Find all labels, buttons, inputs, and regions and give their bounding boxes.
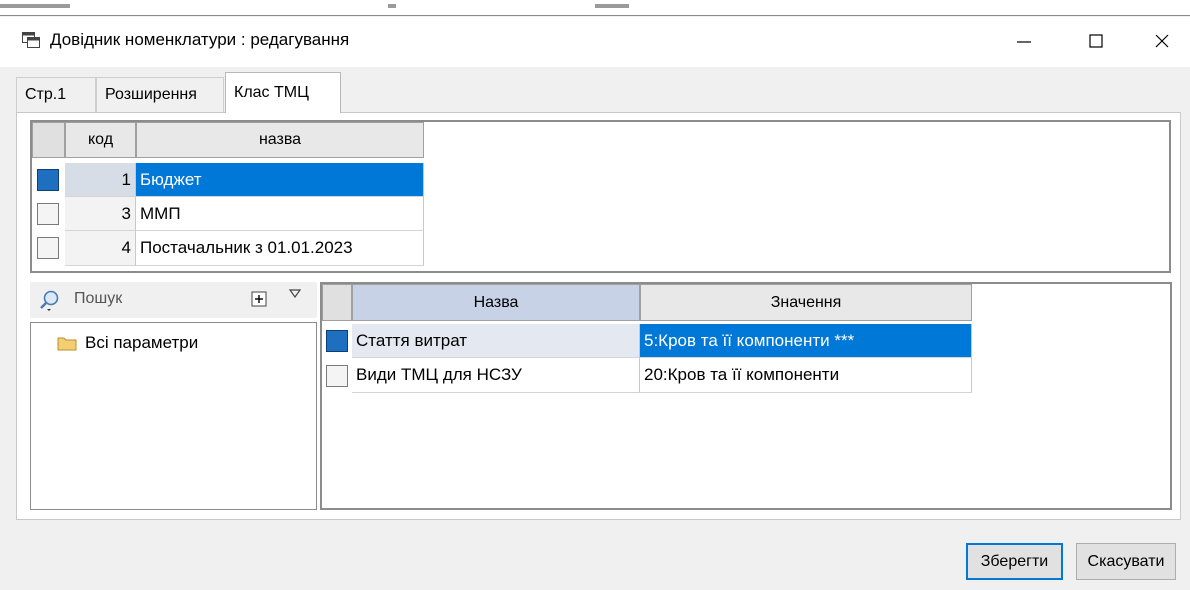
grid-corner [32,122,65,158]
search-label[interactable]: Пошук [74,290,122,308]
tab-class-tmc[interactable]: Клас ТМЦ [225,72,341,113]
column-header-param-name[interactable]: Назва [352,284,640,321]
column-header-code[interactable]: код [65,122,136,158]
dropdown-arrow-icon[interactable] [288,288,302,300]
tree-item-all-params[interactable]: Всі параметри [57,333,198,353]
cell-name: ММП [136,197,424,231]
close-button[interactable] [1132,17,1190,65]
minimize-button[interactable] [994,17,1054,65]
app-window-icon [22,32,40,48]
background-fragment [595,4,629,8]
cell-code: 1 [65,163,136,197]
background-fragment [0,4,70,8]
tab-extensions[interactable]: Розширення [96,77,224,112]
background-window-strip [0,0,1190,16]
search-icon[interactable] [38,289,62,311]
row-indicator[interactable] [326,365,348,387]
background-fragment [388,4,396,8]
cancel-button[interactable]: Скасувати [1076,543,1176,580]
parameter-tree: Всі параметри [30,322,317,510]
maximize-button[interactable] [1066,17,1126,65]
expand-all-icon[interactable] [251,291,267,307]
grid-corner [322,284,352,321]
cell-name: Бюджет [136,163,424,197]
cell-name: Постачальник з 01.01.2023 [136,231,424,266]
column-header-name[interactable]: назва [136,122,424,158]
cell-code: 4 [65,231,136,266]
row-indicator[interactable] [37,237,59,259]
save-button[interactable]: Зберегти [966,543,1063,580]
tab-page1[interactable]: Стр.1 [16,77,96,112]
tree-item-label: Всі параметри [85,333,199,352]
cell-param-value: 5:Кров та її компоненти *** [640,324,972,358]
cell-param-value: 20:Кров та її компоненти [640,358,972,393]
cell-code: 3 [65,197,136,231]
minimize-icon [1017,41,1031,43]
window-title: Довідник номенклатури : редагування [50,30,350,49]
search-toolbar: Пошук [30,282,317,318]
maximize-icon [1089,34,1103,48]
row-indicator[interactable] [37,169,59,191]
row-indicator[interactable] [37,203,59,225]
cell-param-name: Стаття витрат [352,324,640,358]
cell-param-name: Види ТМЦ для НСЗУ [352,358,640,393]
folder-icon [57,337,77,351]
close-icon [1155,34,1169,48]
row-indicator[interactable] [326,330,348,352]
column-header-param-value[interactable]: Значення [640,284,972,321]
